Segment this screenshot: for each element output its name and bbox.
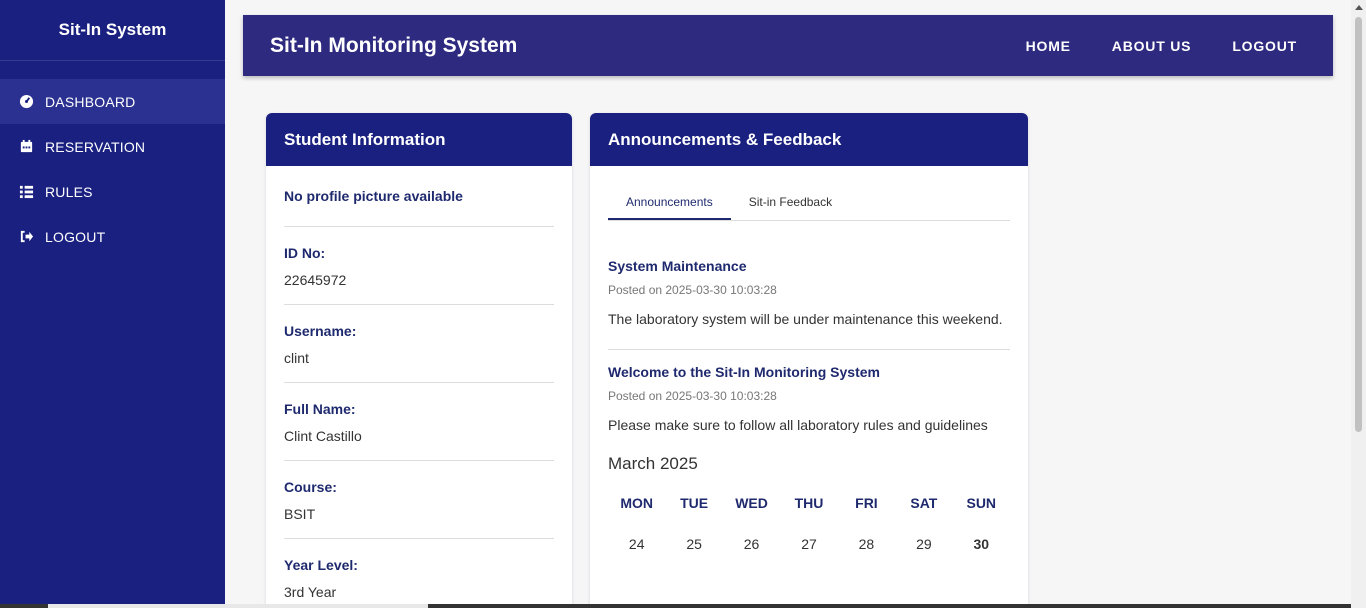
announcement-date: Posted on 2025-03-30 10:03:28 — [608, 389, 777, 403]
nav-about-link[interactable]: ABOUT US — [1112, 38, 1192, 54]
announcement-title: Welcome to the Sit-In Monitoring System — [608, 364, 880, 380]
field-value: 22645972 — [284, 272, 347, 288]
tab-sit-in-feedback[interactable]: Sit-in Feedback — [731, 188, 850, 220]
list-icon — [19, 185, 34, 199]
sidebar-item-logout[interactable]: LOGOUT — [0, 214, 225, 259]
weekday-label: TUE — [680, 495, 709, 511]
sidebar-item-label: LOGOUT — [45, 228, 106, 245]
scrollbar-thumb[interactable] — [1355, 17, 1362, 432]
field-label: Full Name: — [284, 401, 356, 417]
calendar-grid: MON TUE WED THU FRI SAT SUN 24 25 26 27 … — [608, 482, 1010, 564]
announcement-item: System Maintenance Posted on 2025-03-30 … — [608, 244, 1010, 350]
nav-home-link[interactable]: HOME — [1026, 38, 1071, 54]
calendar-icon — [20, 139, 33, 153]
weekday-label: FRI — [855, 495, 878, 511]
announcement-list: System Maintenance Posted on 2025-03-30 … — [608, 244, 1010, 460]
weekday-label: SAT — [910, 495, 938, 511]
announcements-card: Announcements & Feedback Announcements S… — [590, 113, 1028, 608]
page-scrollbar[interactable] — [1351, 0, 1366, 608]
announcement-title: System Maintenance — [608, 258, 747, 274]
dashboard-icon — [19, 94, 34, 109]
weekday-label: SUN — [966, 495, 997, 511]
nav-logout-link[interactable]: LOGOUT — [1232, 38, 1297, 54]
field-value: 3rd Year — [284, 584, 337, 600]
calendar-day[interactable]: 27 — [780, 524, 837, 564]
field-course: Course: BSIT — [284, 461, 554, 539]
sidebar-item-label: DASHBOARD — [45, 93, 136, 110]
student-info-title: Student Information — [266, 113, 572, 166]
sidebar: Sit-In System DASHBOARD RESERVATION RULE… — [0, 0, 225, 608]
calendar-day[interactable]: 29 — [895, 524, 952, 564]
announcement-date: Posted on 2025-03-30 10:03:28 — [608, 283, 777, 297]
calendar-day-today[interactable]: 30 — [953, 524, 1010, 564]
announcement-tabs: Announcements Sit-in Feedback — [608, 188, 1010, 221]
sidebar-nav: DASHBOARD RESERVATION RULES LOGOUT — [0, 79, 225, 259]
calendar-month: March 2025 — [608, 454, 698, 473]
field-label: ID No: — [284, 245, 326, 261]
field-value: BSIT — [284, 506, 316, 522]
taskbar-segment — [48, 604, 428, 608]
field-year-level: Year Level: 3rd Year — [284, 539, 554, 608]
tab-announcements[interactable]: Announcements — [608, 188, 731, 220]
calendar-day[interactable]: 25 — [665, 524, 722, 564]
field-full-name: Full Name: Clint Castillo — [284, 383, 554, 461]
sidebar-item-label: RESERVATION — [45, 138, 146, 155]
field-label: Course: — [284, 479, 337, 495]
scroll-up-icon[interactable] — [1355, 5, 1363, 10]
weekday-label: THU — [794, 495, 824, 511]
weekday-label: WED — [735, 495, 768, 511]
no-profile-text: No profile picture available — [284, 166, 554, 227]
announcements-title: Announcements & Feedback — [590, 113, 1028, 166]
sidebar-item-label: RULES — [45, 183, 93, 200]
calendar-day[interactable]: 24 — [608, 524, 665, 564]
announcement-text: The laboratory system will be under main… — [608, 311, 1003, 327]
announcement-item: Welcome to the Sit-In Monitoring System … — [608, 350, 1010, 460]
sidebar-item-rules[interactable]: RULES — [0, 169, 225, 214]
field-username: Username: clint — [284, 305, 554, 383]
top-nav: HOME ABOUT US LOGOUT — [985, 38, 1297, 54]
student-info-card: Student Information No profile picture a… — [266, 113, 572, 608]
logout-icon — [20, 230, 34, 243]
sidebar-item-dashboard[interactable]: DASHBOARD — [0, 79, 225, 124]
calendar: March 2025 MON TUE WED THU FRI SAT SUN 2… — [608, 454, 1010, 564]
field-id: ID No: 22645972 — [284, 227, 554, 305]
calendar-day[interactable]: 28 — [838, 524, 895, 564]
taskbar-edge — [0, 604, 1351, 608]
weekday-label: MON — [620, 495, 654, 511]
field-label: Year Level: — [284, 557, 358, 573]
page-title: Sit-In Monitoring System — [270, 33, 518, 57]
announcement-text: Please make sure to follow all laborator… — [608, 417, 988, 433]
field-value: clint — [284, 350, 309, 366]
top-header: Sit-In Monitoring System HOME ABOUT US L… — [243, 15, 1333, 76]
field-label: Username: — [284, 323, 357, 339]
sidebar-brand: Sit-In System — [0, 0, 225, 61]
sidebar-item-reservation[interactable]: RESERVATION — [0, 124, 225, 169]
calendar-day[interactable]: 26 — [723, 524, 780, 564]
field-value: Clint Castillo — [284, 428, 362, 444]
